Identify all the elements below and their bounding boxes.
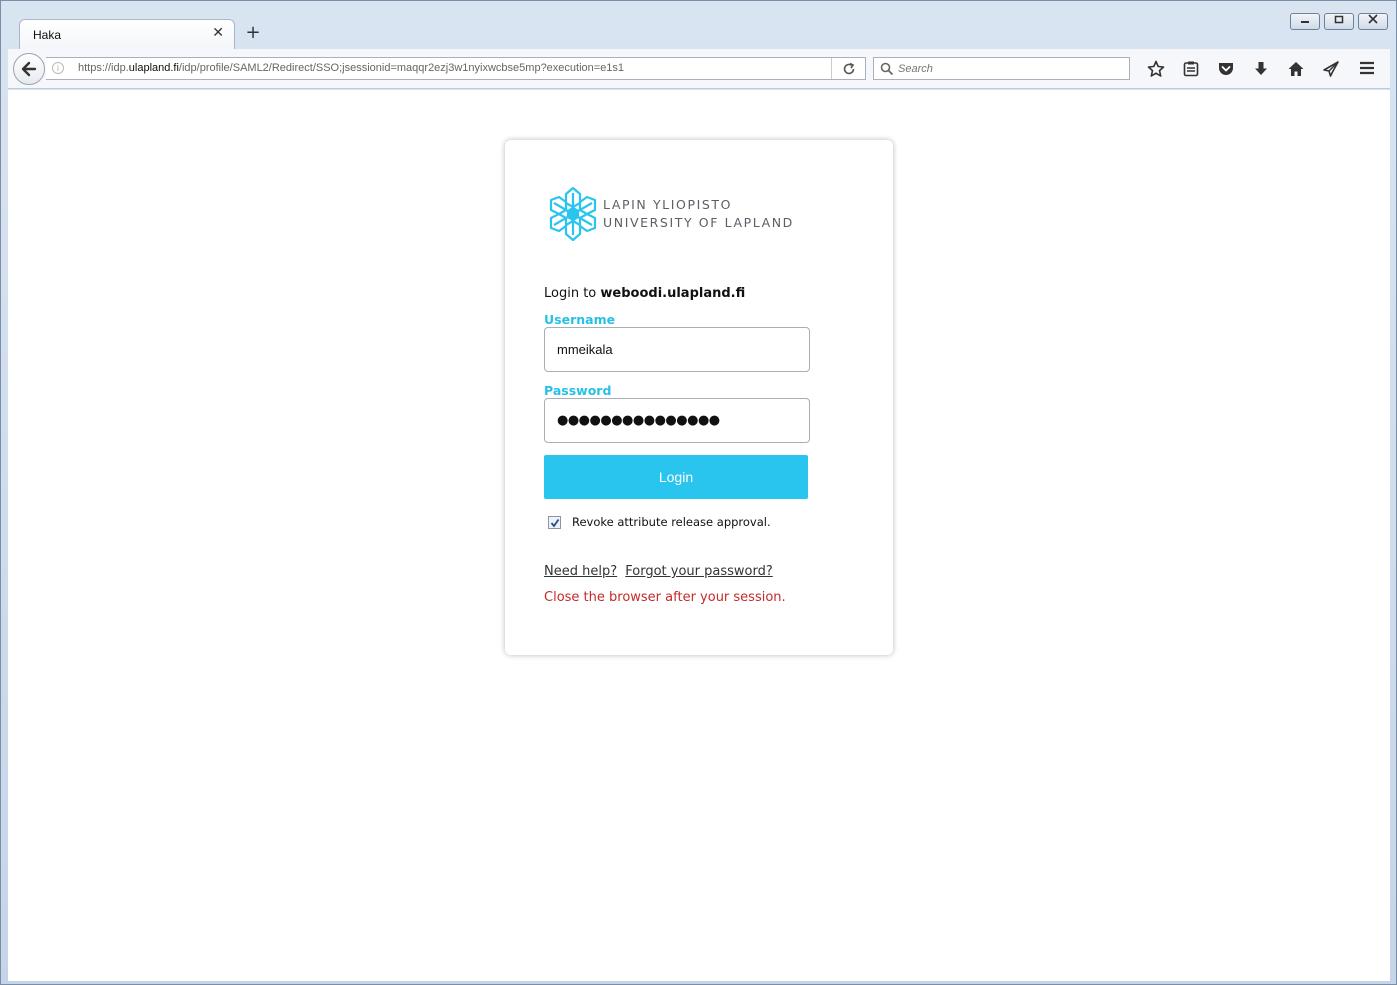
- need-help-link[interactable]: Need help?: [544, 564, 617, 579]
- login-card: LAPIN YLIOPISTO UNIVERSITY OF LAPLAND Lo…: [505, 140, 893, 655]
- username-input[interactable]: [544, 327, 810, 372]
- revoke-checkbox[interactable]: [548, 515, 561, 529]
- reload-icon: [843, 62, 854, 75]
- new-tab-button[interactable]: +: [243, 23, 263, 43]
- close-window-icon[interactable]: [1358, 13, 1388, 30]
- password-mask: ●●●●●●●●●●●●●●●: [557, 413, 720, 428]
- restore-icon[interactable]: [1324, 13, 1354, 30]
- revoke-approval[interactable]: Revoke attribute release approval.: [548, 515, 771, 529]
- bookmarks-list-icon[interactable]: [1173, 59, 1208, 79]
- tab-title: Haka: [33, 28, 62, 42]
- home-icon[interactable]: [1278, 59, 1313, 79]
- forgot-password-link[interactable]: Forgot your password?: [625, 564, 773, 579]
- reload-button[interactable]: [831, 58, 865, 79]
- toolbar-icons: [1138, 59, 1348, 79]
- session-warning: Close the browser after your session.: [544, 590, 786, 605]
- page-content: LAPIN YLIOPISTO UNIVERSITY OF LAPLAND Lo…: [8, 90, 1390, 981]
- revoke-label: Revoke attribute release approval.: [572, 515, 771, 529]
- pocket-icon[interactable]: [1208, 59, 1243, 79]
- navigation-bar: i https://idp.ulapland.fi/idp/profile/SA…: [8, 49, 1390, 89]
- university-name-en: UNIVERSITY OF LAPLAND: [603, 215, 794, 230]
- university-name-fi: LAPIN YLIOPISTO: [603, 197, 733, 212]
- login-button[interactable]: Login: [544, 455, 808, 499]
- help-links: Need help? Forgot your password?: [544, 564, 777, 579]
- snowflake-logo-icon: [549, 186, 597, 242]
- tab-haka[interactable]: Haka ✕: [19, 19, 235, 49]
- search-icon: [880, 62, 894, 76]
- tab-close-icon[interactable]: ✕: [212, 25, 224, 41]
- send-tab-icon[interactable]: [1313, 59, 1348, 79]
- url-text[interactable]: https://idp.ulapland.fi/idp/profile/SAML…: [78, 62, 624, 74]
- title-bar: Haka ✕ +: [1, 1, 1396, 49]
- username-label: Username: [544, 312, 616, 327]
- menu-hamburger-icon[interactable]: [1358, 59, 1378, 79]
- login-intro: Login to weboodi.ulapland.fi: [544, 286, 746, 301]
- downloads-icon[interactable]: [1243, 59, 1278, 79]
- checkmark-icon: [550, 518, 560, 527]
- browser-window: Haka ✕ + i https://idp.ulapland.fi/idp/p…: [0, 0, 1397, 985]
- back-button[interactable]: [13, 53, 45, 85]
- bookmark-star-icon[interactable]: [1138, 59, 1173, 79]
- url-bar[interactable]: i https://idp.ulapland.fi/idp/profile/SA…: [46, 57, 866, 80]
- back-arrow-icon: [21, 61, 37, 77]
- search-bar[interactable]: [873, 57, 1130, 80]
- minimize-icon[interactable]: [1290, 13, 1320, 30]
- info-icon[interactable]: i: [52, 62, 64, 74]
- password-label: Password: [544, 383, 612, 398]
- service-name: weboodi.ulapland.fi: [600, 286, 746, 301]
- search-input[interactable]: [898, 60, 1118, 77]
- window-controls: [1290, 13, 1388, 30]
- university-name: LAPIN YLIOPISTO UNIVERSITY OF LAPLAND: [603, 196, 794, 232]
